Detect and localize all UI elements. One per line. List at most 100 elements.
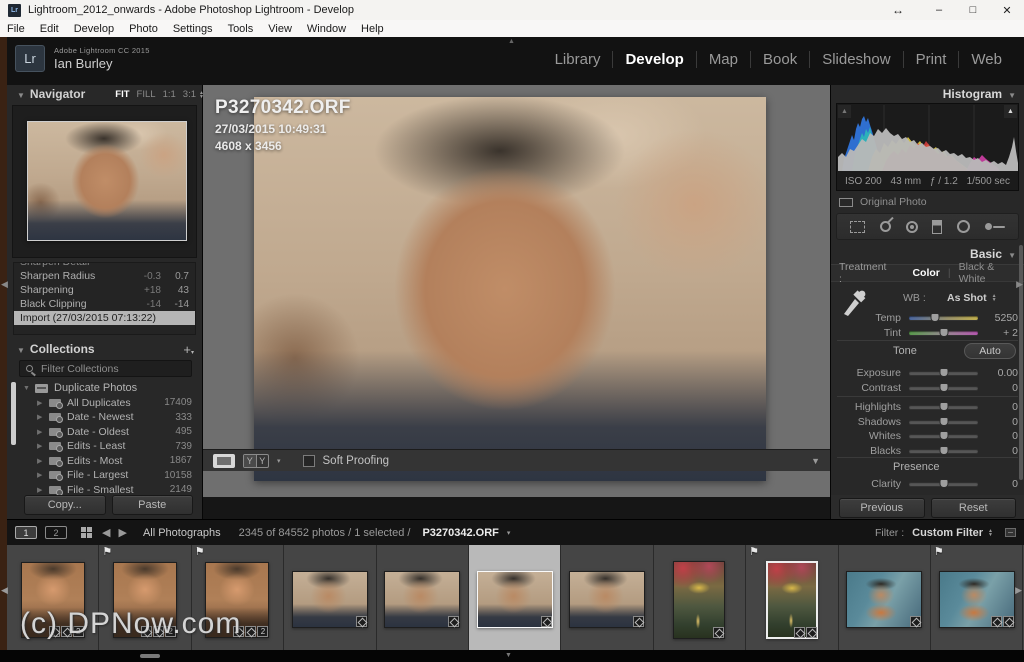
disclosure-triangle-icon[interactable]: ▶ xyxy=(37,442,49,450)
collection-set-row[interactable]: ▼ Duplicate Photos xyxy=(7,381,202,396)
history-step[interactable]: Import (27/03/2015 07:13:22) xyxy=(14,311,195,325)
menu-item[interactable]: Window xyxy=(307,23,346,35)
paste-button[interactable]: Paste xyxy=(112,495,194,515)
histogram-panel[interactable]: ▲ ▲ ISO 20043 mmƒ / 1.21/500 sec xyxy=(836,103,1019,191)
navigator-preview[interactable] xyxy=(12,105,197,258)
reset-button[interactable]: Reset xyxy=(931,498,1017,518)
maximize-button[interactable]: □ xyxy=(956,4,990,16)
shadow-clipping-icon[interactable]: ▲ xyxy=(838,105,851,118)
wb-dropdown[interactable]: As Shot▲▼ xyxy=(947,292,997,304)
before-after-icon[interactable]: YY xyxy=(243,454,269,468)
red-eye-icon[interactable] xyxy=(906,221,918,233)
previous-photo-icon[interactable]: ◀ xyxy=(102,526,110,539)
navigator-thumbnail[interactable] xyxy=(27,121,187,241)
filmstrip-source-dropdown-icon[interactable]: ▾ xyxy=(507,529,511,537)
menu-item[interactable]: Photo xyxy=(129,23,158,35)
keyword-badge-icon[interactable] xyxy=(991,616,1002,627)
tone-slider[interactable] xyxy=(909,434,978,438)
module-tab[interactable]: Library xyxy=(543,51,614,68)
menu-item[interactable]: View xyxy=(268,23,292,35)
tone-slider[interactable] xyxy=(909,371,978,375)
tone-slider[interactable] xyxy=(909,420,978,424)
filter-lock-icon[interactable] xyxy=(1005,528,1016,537)
menu-item[interactable]: Tools xyxy=(228,23,254,35)
graduated-filter-icon[interactable] xyxy=(932,220,942,234)
menu-item[interactable]: File xyxy=(7,23,25,35)
adjustment-badge-icon[interactable] xyxy=(245,626,256,637)
disclosure-triangle-icon[interactable]: ▶ xyxy=(37,471,49,479)
filmstrip-cell[interactable]: ⚑ xyxy=(746,545,838,650)
slider-value[interactable]: 0 xyxy=(980,416,1018,428)
slider-value[interactable]: 0 xyxy=(980,445,1018,457)
histogram-header[interactable]: Histogram▼ xyxy=(831,85,1024,100)
zoom-mode-option[interactable]: 1:1 xyxy=(163,89,176,100)
collection-row[interactable]: ▶ All Duplicates 17409 xyxy=(7,396,202,411)
tone-slider[interactable] xyxy=(909,405,978,409)
stack-count-badge[interactable]: 2 xyxy=(257,626,268,637)
module-tab[interactable]: Book xyxy=(751,51,810,68)
slider-knob[interactable] xyxy=(939,383,948,392)
history-step[interactable]: Sharpen Radius -0.3 0.7 xyxy=(14,269,195,283)
grid-view-icon[interactable] xyxy=(81,527,86,532)
menu-item[interactable]: Develop xyxy=(74,23,114,35)
main-window-button[interactable]: 1 xyxy=(15,526,37,539)
keyword-badge-icon[interactable] xyxy=(713,627,724,638)
slider-knob[interactable] xyxy=(939,328,948,337)
disclosure-triangle-icon[interactable]: ▶ xyxy=(37,413,49,421)
previous-button[interactable]: Previous xyxy=(839,498,925,518)
module-tab[interactable]: Develop xyxy=(613,51,696,68)
pick-flag-icon[interactable]: ⚑ xyxy=(749,545,759,558)
filmstrip-cell[interactable]: ⚑ xyxy=(931,545,1023,650)
copy-button[interactable]: Copy... xyxy=(24,495,106,515)
slider-knob[interactable] xyxy=(939,446,948,455)
close-button[interactable]: ✕ xyxy=(990,4,1024,17)
add-collection-button[interactable]: +▾ xyxy=(183,342,194,357)
collapse-top-panel-icon[interactable]: ▲ xyxy=(508,38,515,45)
toolbar-options-icon[interactable]: ▼ xyxy=(811,456,820,466)
auto-tone-button[interactable]: Auto xyxy=(964,343,1016,359)
pick-flag-icon[interactable]: ⚑ xyxy=(195,545,205,558)
keyword-badge-icon[interactable] xyxy=(448,616,459,627)
disclosure-triangle-icon[interactable]: ▶ xyxy=(37,457,49,465)
collections-header[interactable]: ▼Collections +▾ xyxy=(7,340,202,356)
keyword-badge-icon[interactable] xyxy=(794,627,805,638)
collapse-left-panel-icon[interactable]: ◀ xyxy=(1,279,8,290)
before-after-dropdown-icon[interactable]: ▾ xyxy=(277,457,281,465)
menu-item[interactable]: Settings xyxy=(173,23,213,35)
tint-value[interactable]: + 2 xyxy=(980,327,1018,339)
tone-slider[interactable] xyxy=(909,449,978,453)
filmstrip-cell[interactable] xyxy=(654,545,746,650)
module-tab[interactable]: Slideshow xyxy=(810,51,903,68)
slider-knob[interactable] xyxy=(939,402,948,411)
filmstrip-scrollbar[interactable] xyxy=(140,654,160,658)
zoom-mode-option[interactable]: 3:1 xyxy=(183,89,196,100)
slider-knob[interactable] xyxy=(939,417,948,426)
pick-flag-icon[interactable]: ⚑ xyxy=(102,545,112,558)
tone-slider[interactable] xyxy=(909,386,978,390)
spot-removal-icon[interactable] xyxy=(880,221,891,232)
collection-row[interactable]: ▶ Edits - Most 1867 xyxy=(7,454,202,469)
collection-row[interactable]: ▶ Date - Oldest 495 xyxy=(7,425,202,440)
minimize-button[interactable]: – xyxy=(922,4,956,16)
main-photo[interactable] xyxy=(254,97,766,481)
filmstrip-cell[interactable] xyxy=(284,545,376,650)
module-tab[interactable]: Map xyxy=(697,51,751,68)
tint-slider[interactable] xyxy=(909,331,978,335)
disclosure-triangle-icon[interactable]: ▶ xyxy=(37,399,49,407)
keyword-badge-icon[interactable] xyxy=(910,616,921,627)
navigator-header[interactable]: ▼Navigator FITFILL1:13:1 ▲▼ xyxy=(7,85,202,101)
disclosure-triangle-icon[interactable]: ▶ xyxy=(37,428,49,436)
original-photo-toggle[interactable]: Original Photo xyxy=(839,196,927,208)
filmstrip-source[interactable]: All Photographs xyxy=(143,527,221,539)
menu-item[interactable]: Edit xyxy=(40,23,59,35)
treatment-bw-option[interactable]: Black & White xyxy=(959,261,1016,285)
filmstrip-cell[interactable] xyxy=(469,545,561,650)
collection-row[interactable]: ▶ Date - Newest 333 xyxy=(7,410,202,425)
collection-row[interactable]: ▶ File - Largest 10158 xyxy=(7,468,202,483)
slider-knob[interactable] xyxy=(939,368,948,377)
pick-flag-icon[interactable]: ⚑ xyxy=(934,545,944,558)
slider-knob[interactable] xyxy=(931,313,940,322)
slider-value[interactable]: 0 xyxy=(980,382,1018,394)
basic-header[interactable]: Basic▼ xyxy=(831,245,1024,260)
history-step[interactable]: Sharpening +18 43 xyxy=(14,283,195,297)
